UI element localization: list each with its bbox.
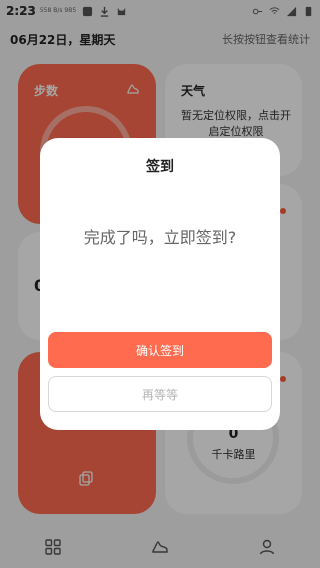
confirm-checkin-button[interactable]: 确认签到 bbox=[48, 332, 272, 368]
dialog-message: 完成了吗，立即签到? bbox=[83, 228, 237, 247]
checkin-dialog: 签到 完成了吗，立即签到? 确认签到 再等等 bbox=[40, 138, 280, 430]
wait-button[interactable]: 再等等 bbox=[48, 376, 272, 412]
dialog-title: 签到 bbox=[146, 159, 174, 175]
